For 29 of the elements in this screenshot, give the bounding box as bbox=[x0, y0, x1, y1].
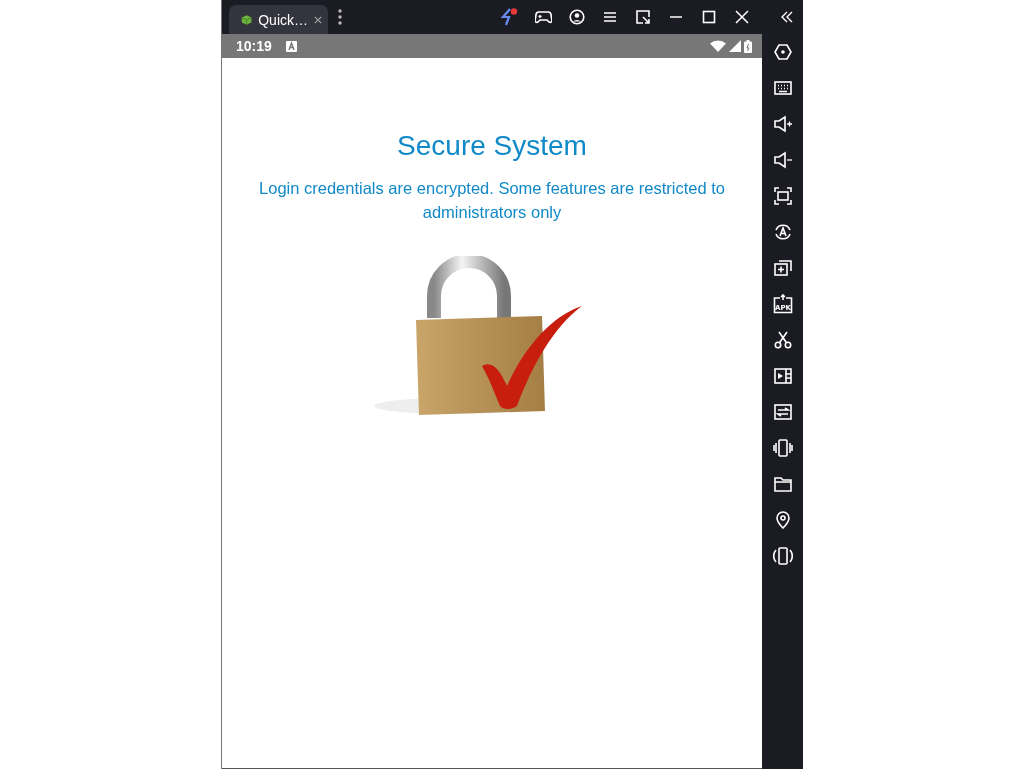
gamepad-icon[interactable] bbox=[534, 10, 552, 24]
rotate-icon[interactable] bbox=[772, 222, 793, 242]
app-title: Secure System bbox=[397, 129, 587, 163]
menu-icon[interactable] bbox=[601, 10, 618, 24]
scissors-icon[interactable] bbox=[772, 330, 793, 350]
volume-down-icon[interactable] bbox=[772, 150, 793, 170]
signal-icon bbox=[729, 40, 741, 52]
battery-icon bbox=[744, 39, 752, 53]
account-icon[interactable] bbox=[568, 9, 585, 25]
shake-icon[interactable] bbox=[772, 438, 793, 458]
folder-icon[interactable] bbox=[772, 474, 793, 494]
screenshot-icon[interactable] bbox=[772, 186, 793, 206]
status-time: 10:19 bbox=[236, 38, 272, 54]
wifi-icon bbox=[710, 40, 726, 52]
sync-icon[interactable] bbox=[772, 402, 793, 422]
hexagon-icon[interactable] bbox=[772, 42, 793, 62]
lightning-icon[interactable] bbox=[499, 8, 518, 26]
app-tab[interactable]: Quick… bbox=[229, 5, 328, 34]
media-player-icon[interactable] bbox=[772, 366, 793, 386]
info-message: Login credentials are encrypted. Some features are restricted to administrators only bbox=[258, 178, 726, 223]
phone-rotate-icon[interactable] bbox=[772, 546, 793, 566]
more-options-icon[interactable] bbox=[338, 9, 342, 25]
maximize-icon[interactable] bbox=[700, 9, 717, 25]
add-window-icon[interactable] bbox=[772, 258, 793, 278]
keyboard-icon[interactable] bbox=[772, 78, 793, 98]
volume-up-icon[interactable] bbox=[772, 114, 793, 134]
notification-icon bbox=[285, 40, 297, 52]
cube-icon bbox=[241, 12, 253, 27]
resize-icon[interactable] bbox=[634, 9, 651, 25]
